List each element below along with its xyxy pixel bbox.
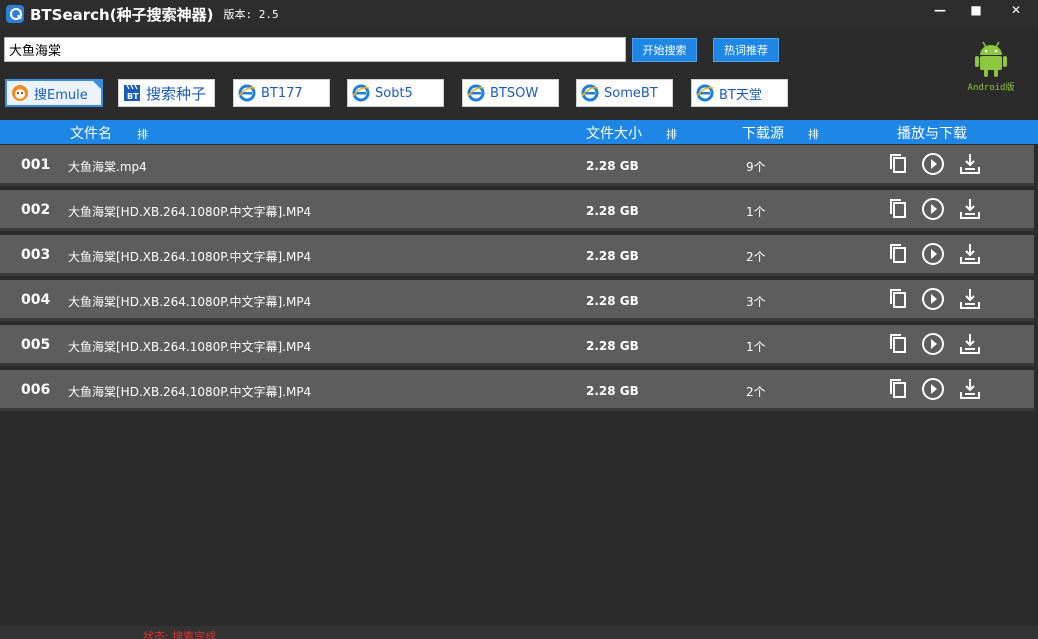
- tab-label: SomeBT: [604, 85, 658, 101]
- row-number: 004: [21, 292, 51, 308]
- table-row[interactable]: 001 大鱼海棠.mp4 2.28 GB 9个: [0, 145, 1034, 186]
- tab-label: Sobt5: [375, 85, 413, 101]
- download-icon[interactable]: [958, 152, 982, 176]
- copy-icon[interactable]: [886, 332, 910, 356]
- play-icon[interactable]: [921, 242, 945, 266]
- row-number: 006: [21, 382, 51, 398]
- tab-emule[interactable]: 搜Emule: [5, 79, 103, 107]
- tab-btsow[interactable]: BTSOW: [462, 79, 559, 107]
- title-bar: BTSearch(种子搜索神器) 版本: 2.5 — ■ ✕: [0, 0, 1038, 28]
- svg-text:BT: BT: [127, 92, 139, 101]
- column-header-sources: 下载源: [742, 126, 784, 142]
- status-bar: 状态: 搜索完成: [0, 626, 1038, 639]
- active-corner-marker: [93, 81, 101, 89]
- table-row[interactable]: 006 大鱼海棠[HD.XB.264.1080P.中文字幕].MP4 2.28 …: [0, 370, 1034, 411]
- play-icon[interactable]: [921, 332, 945, 356]
- ie-icon: [352, 84, 370, 102]
- close-button[interactable]: ✕: [994, 0, 1038, 20]
- row-number: 005: [21, 337, 51, 353]
- app-logo-icon: [6, 5, 24, 23]
- play-icon[interactable]: [921, 197, 945, 221]
- search-input[interactable]: [4, 37, 626, 62]
- tab-label: BTSOW: [490, 85, 539, 101]
- tab-label: BT177: [261, 85, 303, 101]
- copy-icon[interactable]: [886, 242, 910, 266]
- source-count: 1个: [746, 205, 766, 219]
- file-name: 大鱼海棠.mp4: [68, 160, 147, 174]
- copy-icon[interactable]: [886, 377, 910, 401]
- copy-icon[interactable]: [886, 287, 910, 311]
- sort-size-icon[interactable]: 排: [666, 126, 677, 142]
- file-name: 大鱼海棠[HD.XB.264.1080P.中文字幕].MP4: [68, 385, 312, 399]
- android-version-link[interactable]: Android版: [960, 38, 1022, 96]
- tab-sobt5[interactable]: Sobt5: [347, 79, 444, 107]
- column-header-actions: 播放与下载: [897, 126, 967, 142]
- tab-label: BT天堂: [719, 87, 762, 103]
- source-count: 2个: [746, 385, 766, 399]
- play-icon[interactable]: [921, 377, 945, 401]
- row-number: 001: [21, 157, 51, 173]
- source-count: 3个: [746, 295, 766, 309]
- copy-icon[interactable]: [886, 152, 910, 176]
- file-size: 2.28 GB: [586, 249, 639, 263]
- ie-icon: [696, 84, 714, 102]
- emule-icon: [12, 85, 28, 101]
- table-row[interactable]: 005 大鱼海棠[HD.XB.264.1080P.中文字幕].MP4 2.28 …: [0, 325, 1034, 366]
- row-number: 003: [21, 247, 51, 263]
- tab-label: 搜Emule: [34, 87, 88, 103]
- source-count: 1个: [746, 340, 766, 354]
- tab-label: 搜索种子: [146, 84, 207, 103]
- source-count: 2个: [746, 250, 766, 264]
- play-icon[interactable]: [921, 152, 945, 176]
- status-text: 状态: 搜索完成: [143, 630, 217, 639]
- window-controls: — ■ ✕: [922, 0, 1038, 20]
- maximize-button[interactable]: ■: [958, 0, 994, 20]
- file-name: 大鱼海棠[HD.XB.264.1080P.中文字幕].MP4: [68, 205, 312, 219]
- file-size: 2.28 GB: [586, 159, 639, 173]
- file-name: 大鱼海棠[HD.XB.264.1080P.中文字幕].MP4: [68, 250, 312, 264]
- column-header-size: 文件大小: [586, 126, 642, 142]
- bt-clapper-icon: BT: [124, 84, 140, 101]
- android-icon: [975, 41, 1007, 77]
- app-title: BTSearch(种子搜索神器): [30, 5, 214, 24]
- download-icon[interactable]: [958, 242, 982, 266]
- download-icon[interactable]: [958, 332, 982, 356]
- file-size: 2.28 GB: [586, 294, 639, 308]
- table-row[interactable]: 003 大鱼海棠[HD.XB.264.1080P.中文字幕].MP4 2.28 …: [0, 235, 1034, 276]
- tab-somebt[interactable]: SomeBT: [576, 79, 673, 107]
- android-label: Android版: [967, 83, 1015, 93]
- file-size: 2.28 GB: [586, 204, 639, 218]
- download-icon[interactable]: [958, 197, 982, 221]
- copy-icon[interactable]: [886, 197, 910, 221]
- minimize-button[interactable]: —: [922, 0, 958, 20]
- ie-icon: [238, 84, 256, 102]
- ie-icon: [581, 84, 599, 102]
- download-icon[interactable]: [958, 287, 982, 311]
- table-header: 文件名 排 文件大小 排 下载源 排 播放与下载: [0, 120, 1038, 144]
- row-number: 002: [21, 202, 51, 218]
- source-count: 9个: [746, 160, 766, 174]
- column-header-name: 文件名: [70, 126, 112, 142]
- file-size: 2.28 GB: [586, 339, 639, 353]
- app-version: 版本: 2.5: [223, 8, 279, 21]
- play-icon[interactable]: [921, 287, 945, 311]
- table-row[interactable]: 004 大鱼海棠[HD.XB.264.1080P.中文字幕].MP4 2.28 …: [0, 280, 1034, 321]
- tab-seed-search[interactable]: BT 搜索种子: [118, 79, 215, 107]
- tab-bt-tiantang[interactable]: BT天堂: [691, 79, 788, 107]
- file-name: 大鱼海棠[HD.XB.264.1080P.中文字幕].MP4: [68, 340, 312, 354]
- hot-words-button[interactable]: 热词推荐: [713, 38, 779, 62]
- ie-icon: [467, 84, 485, 102]
- sort-sources-icon[interactable]: 排: [808, 126, 819, 142]
- tab-bt177[interactable]: BT177: [233, 79, 330, 107]
- file-name: 大鱼海棠[HD.XB.264.1080P.中文字幕].MP4: [68, 295, 312, 309]
- start-search-button[interactable]: 开始搜索: [632, 38, 697, 62]
- sort-name-icon[interactable]: 排: [137, 126, 148, 142]
- table-row[interactable]: 002 大鱼海棠[HD.XB.264.1080P.中文字幕].MP4 2.28 …: [0, 190, 1034, 231]
- download-icon[interactable]: [958, 377, 982, 401]
- file-size: 2.28 GB: [586, 384, 639, 398]
